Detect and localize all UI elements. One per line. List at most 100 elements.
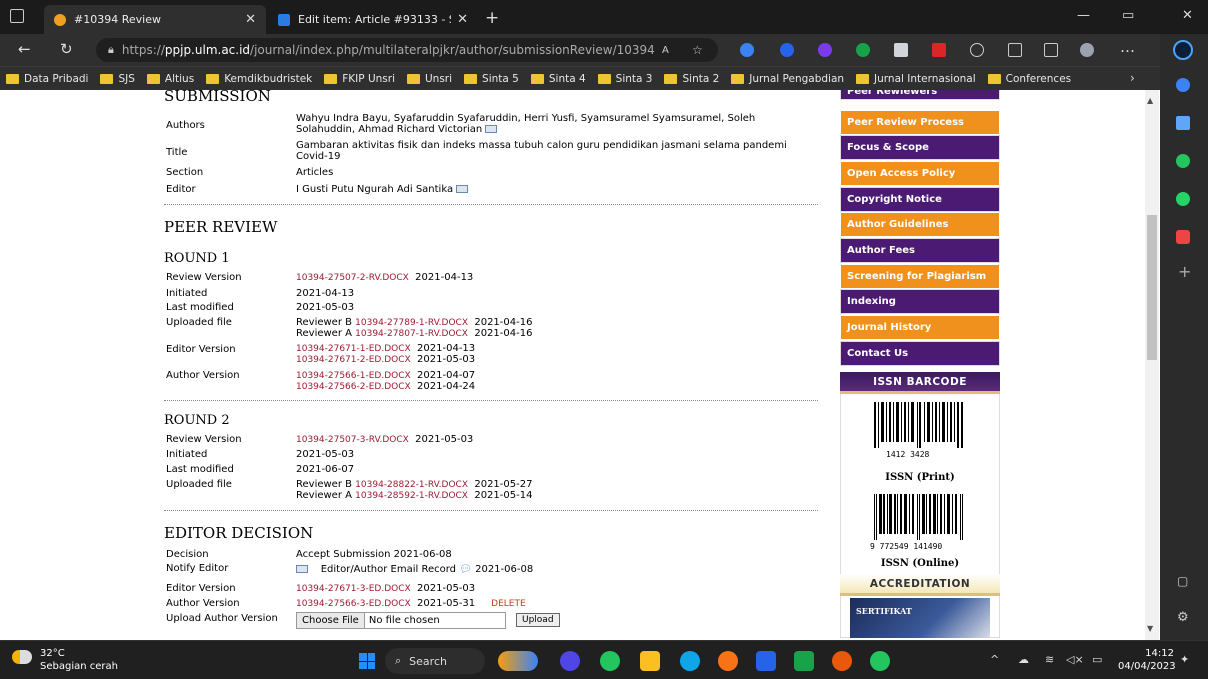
bookmark-folder[interactable]: FKIP Unsri	[324, 73, 395, 85]
menu-peer-review-process[interactable]: Peer Review Process	[840, 110, 1000, 135]
powerpoint-icon[interactable]	[832, 651, 852, 671]
tab-actions-icon[interactable]	[10, 9, 24, 23]
bookmark-folder[interactable]: Sinta 4	[530, 73, 586, 85]
email-icon[interactable]	[296, 565, 308, 573]
new-tab-icon[interactable]: +	[485, 8, 499, 28]
grammarly-icon[interactable]	[856, 43, 870, 57]
copilot-icon[interactable]	[1176, 78, 1190, 92]
menu-indexing[interactable]: Indexing	[840, 289, 1000, 314]
extension-icon[interactable]	[780, 43, 794, 57]
comment-icon[interactable]: 💬︎	[459, 564, 472, 575]
author-version-link[interactable]: 10394-27566-3-ED.DOCX	[296, 599, 411, 609]
email-icon[interactable]	[456, 185, 469, 193]
author-version-link[interactable]: 10394-27566-1-ED.DOCX	[296, 371, 411, 381]
bookmark-folder[interactable]: Altius	[146, 73, 194, 85]
chrome-icon[interactable]	[718, 651, 738, 671]
editor-version-link[interactable]: 10394-27671-3-ED.DOCX	[296, 584, 411, 594]
menu-contact-us[interactable]: Contact Us	[840, 341, 1000, 366]
close-window-icon[interactable]: ✕	[1182, 8, 1193, 23]
reviewer-file-link[interactable]: 10394-28822-1-RV.DOCX	[355, 480, 468, 490]
windows-start-icon[interactable]	[359, 653, 375, 669]
whatsapp-icon[interactable]	[600, 651, 620, 671]
bookmark-folder[interactable]: Conferences	[987, 73, 1071, 85]
close-icon[interactable]: ✕	[457, 12, 468, 27]
bookmark-folder[interactable]: Unsri	[407, 73, 452, 85]
reviewer-file-link[interactable]: 10394-27789-1-RV.DOCX	[355, 318, 468, 328]
menu-author-guidelines[interactable]: Author Guidelines	[840, 212, 1000, 237]
review-version-link[interactable]: 10394-27507-3-RV.DOCX	[296, 435, 409, 445]
extension-icon[interactable]	[740, 43, 754, 57]
extension-icon[interactable]	[818, 43, 832, 57]
favorites-icon[interactable]	[1008, 43, 1022, 57]
bing-icon[interactable]	[1173, 40, 1193, 60]
taskbar-search[interactable]: ⌕ Search	[385, 648, 485, 674]
bookmark-folder[interactable]: Sinta 3	[597, 73, 652, 85]
whatsapp-icon[interactable]	[1176, 192, 1190, 206]
tab-review[interactable]: #10394 Review ✕	[44, 5, 266, 34]
extensions-icon[interactable]	[970, 43, 984, 57]
reviewer-file-link[interactable]: 10394-27807-1-RV.DOCX	[355, 329, 468, 339]
spotify-icon[interactable]	[1176, 154, 1190, 168]
chevron-right-icon[interactable]: ›	[1130, 71, 1135, 85]
menu-copyright-notice[interactable]: Copyright Notice	[840, 187, 1000, 212]
clock[interactable]: 14:12 04/04/2023	[1118, 647, 1176, 673]
favorite-icon[interactable]: ☆	[692, 43, 703, 57]
scroll-up-icon[interactable]: ▲	[1147, 96, 1153, 105]
notification-icon[interactable]: ✦	[1180, 653, 1189, 666]
more-options-icon[interactable]: …	[1120, 38, 1135, 56]
excel-icon[interactable]	[794, 651, 814, 671]
file-explorer-icon[interactable]	[640, 651, 660, 671]
page-scrollbar[interactable]: ▲ ▼	[1145, 90, 1159, 640]
chrome-profile-icon[interactable]	[870, 651, 890, 671]
email-icon[interactable]	[485, 125, 498, 133]
editor-version-link[interactable]: 10394-27671-2-ED.DOCX	[296, 355, 411, 365]
file-input[interactable]: Choose File No file chosen	[296, 612, 506, 629]
review-version-link[interactable]: 10394-27507-2-RV.DOCX	[296, 273, 409, 283]
word-icon[interactable]	[756, 651, 776, 671]
bookmark-folder[interactable]: SJS	[100, 73, 135, 85]
read-aloud-icon[interactable]: A	[662, 45, 669, 56]
teams-icon[interactable]	[560, 651, 580, 671]
chevron-up-icon[interactable]: ^	[990, 653, 999, 666]
bookmark-folder[interactable]: Sinta 5	[464, 73, 519, 85]
onedrive-icon[interactable]: ☁	[1018, 653, 1029, 666]
menu-peer-reviewers[interactable]: Peer Rewiewers	[840, 90, 1000, 100]
add-icon[interactable]: +	[1178, 262, 1191, 281]
menu-author-fees[interactable]: Author Fees	[840, 238, 1000, 263]
editor-version-link[interactable]: 10394-27671-1-ED.DOCX	[296, 344, 411, 354]
extension-icon[interactable]	[894, 43, 908, 57]
wifi-icon[interactable]: ≋	[1045, 653, 1054, 666]
upload-button[interactable]: Upload	[516, 613, 560, 627]
back-icon[interactable]: ←	[18, 40, 31, 58]
volume-icon[interactable]: ◁×	[1066, 653, 1084, 666]
reviewer-file-link[interactable]: 10394-28592-1-RV.DOCX	[355, 491, 468, 501]
weather-icon[interactable]	[12, 650, 32, 664]
scroll-down-icon[interactable]: ▼	[1147, 624, 1153, 633]
edge-icon[interactable]	[680, 651, 700, 671]
profile-avatar-icon[interactable]	[1080, 43, 1094, 57]
telegram-icon[interactable]	[1176, 116, 1190, 130]
bookmark-folder[interactable]: Jurnal Pengabdian	[731, 73, 844, 85]
menu-open-access-policy[interactable]: Open Access Policy	[840, 161, 1000, 186]
collections-icon[interactable]	[1044, 43, 1058, 57]
extension-icon[interactable]	[932, 43, 946, 57]
restore-icon[interactable]: ▭	[1122, 8, 1134, 23]
address-bar[interactable]: 🔒︎ https://ppjp.ulm.ac.id/journal/index.…	[96, 38, 718, 62]
refresh-icon[interactable]: ↻	[60, 40, 73, 58]
bookmark-folder[interactable]: Jurnal Internasional	[856, 73, 976, 85]
menu-journal-history[interactable]: Journal History	[840, 315, 1000, 340]
settings-gear-icon[interactable]: ⚙	[1177, 610, 1189, 625]
tab-edit-item[interactable]: Edit item: Article #93133 - Sriwija ✕	[268, 5, 478, 34]
bookmark-folder[interactable]: Data Pribadi	[6, 73, 88, 85]
sidebar-toggle-icon[interactable]: ▢	[1177, 574, 1188, 588]
close-icon[interactable]: ✕	[245, 12, 256, 27]
scroll-thumb[interactable]	[1147, 215, 1157, 360]
youtube-icon[interactable]	[1176, 230, 1190, 244]
minimize-icon[interactable]: —	[1077, 8, 1090, 23]
author-version-link[interactable]: 10394-27566-2-ED.DOCX	[296, 382, 411, 392]
menu-focus-scope[interactable]: Focus & Scope	[840, 135, 1000, 160]
bookmark-folder[interactable]: Kemdikbudristek	[206, 73, 312, 85]
weather-widget[interactable]: 32°C Sebagian cerah	[40, 647, 118, 673]
bookmark-folder[interactable]: Sinta 2	[664, 73, 719, 85]
widgets-icon[interactable]	[498, 651, 538, 671]
